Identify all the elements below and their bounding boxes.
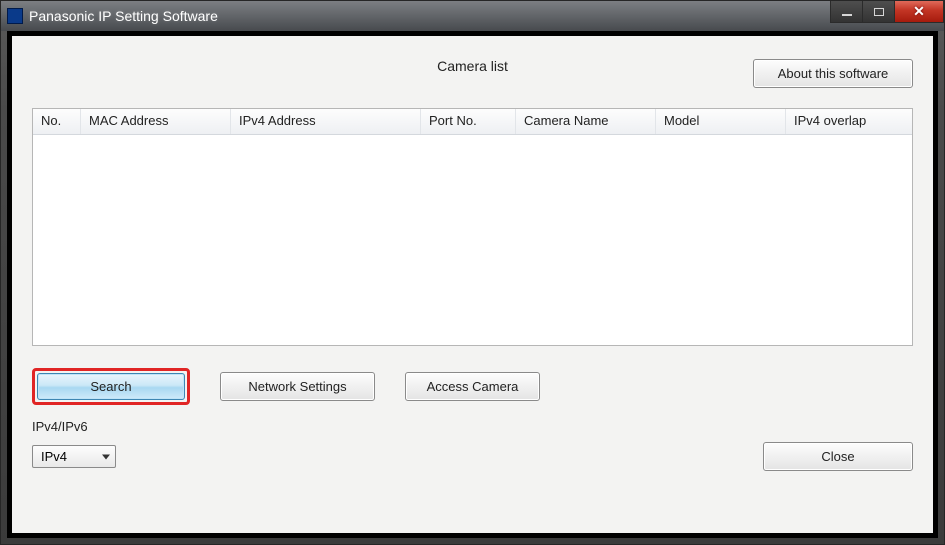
col-camera-name[interactable]: Camera Name	[516, 109, 656, 134]
col-model[interactable]: Model	[656, 109, 786, 134]
close-window-button[interactable]: ✕	[894, 1, 944, 23]
table-body	[33, 135, 912, 345]
maximize-icon	[874, 8, 884, 16]
col-ipv4-address[interactable]: IPv4 Address	[231, 109, 421, 134]
bottom-row: IPv4 Close	[32, 442, 913, 471]
col-mac-address[interactable]: MAC Address	[81, 109, 231, 134]
search-button[interactable]: Search	[37, 373, 185, 400]
app-icon	[7, 8, 23, 24]
minimize-button[interactable]	[830, 1, 862, 23]
col-port-no[interactable]: Port No.	[421, 109, 516, 134]
col-ipv4-overlap[interactable]: IPv4 overlap	[786, 109, 912, 134]
window-buttons: ✕	[830, 1, 944, 23]
search-highlight: Search	[32, 368, 190, 405]
close-icon: ✕	[913, 3, 925, 20]
inner-frame: Camera list About this software No. MAC …	[7, 31, 938, 538]
ip-version-label: IPv4/IPv6	[32, 419, 913, 434]
maximize-button[interactable]	[862, 1, 894, 23]
titlebar: Panasonic IP Setting Software ✕	[1, 1, 944, 31]
camera-table[interactable]: No. MAC Address IPv4 Address Port No. Ca…	[32, 108, 913, 346]
window-title: Panasonic IP Setting Software	[29, 8, 218, 24]
action-row: Search Network Settings Access Camera	[32, 368, 913, 405]
ip-version-value: IPv4	[32, 445, 116, 468]
network-settings-button[interactable]: Network Settings	[220, 372, 375, 401]
close-button[interactable]: Close	[763, 442, 913, 471]
app-window: Panasonic IP Setting Software ✕ Camera l…	[0, 0, 945, 545]
about-software-button[interactable]: About this software	[753, 59, 913, 88]
access-camera-button[interactable]: Access Camera	[405, 372, 540, 401]
col-no[interactable]: No.	[33, 109, 81, 134]
content-panel: Camera list About this software No. MAC …	[11, 35, 934, 534]
minimize-icon	[842, 14, 852, 16]
camera-list-title: Camera list	[437, 58, 508, 74]
table-header: No. MAC Address IPv4 Address Port No. Ca…	[33, 109, 912, 135]
ip-version-select[interactable]: IPv4	[32, 445, 116, 468]
